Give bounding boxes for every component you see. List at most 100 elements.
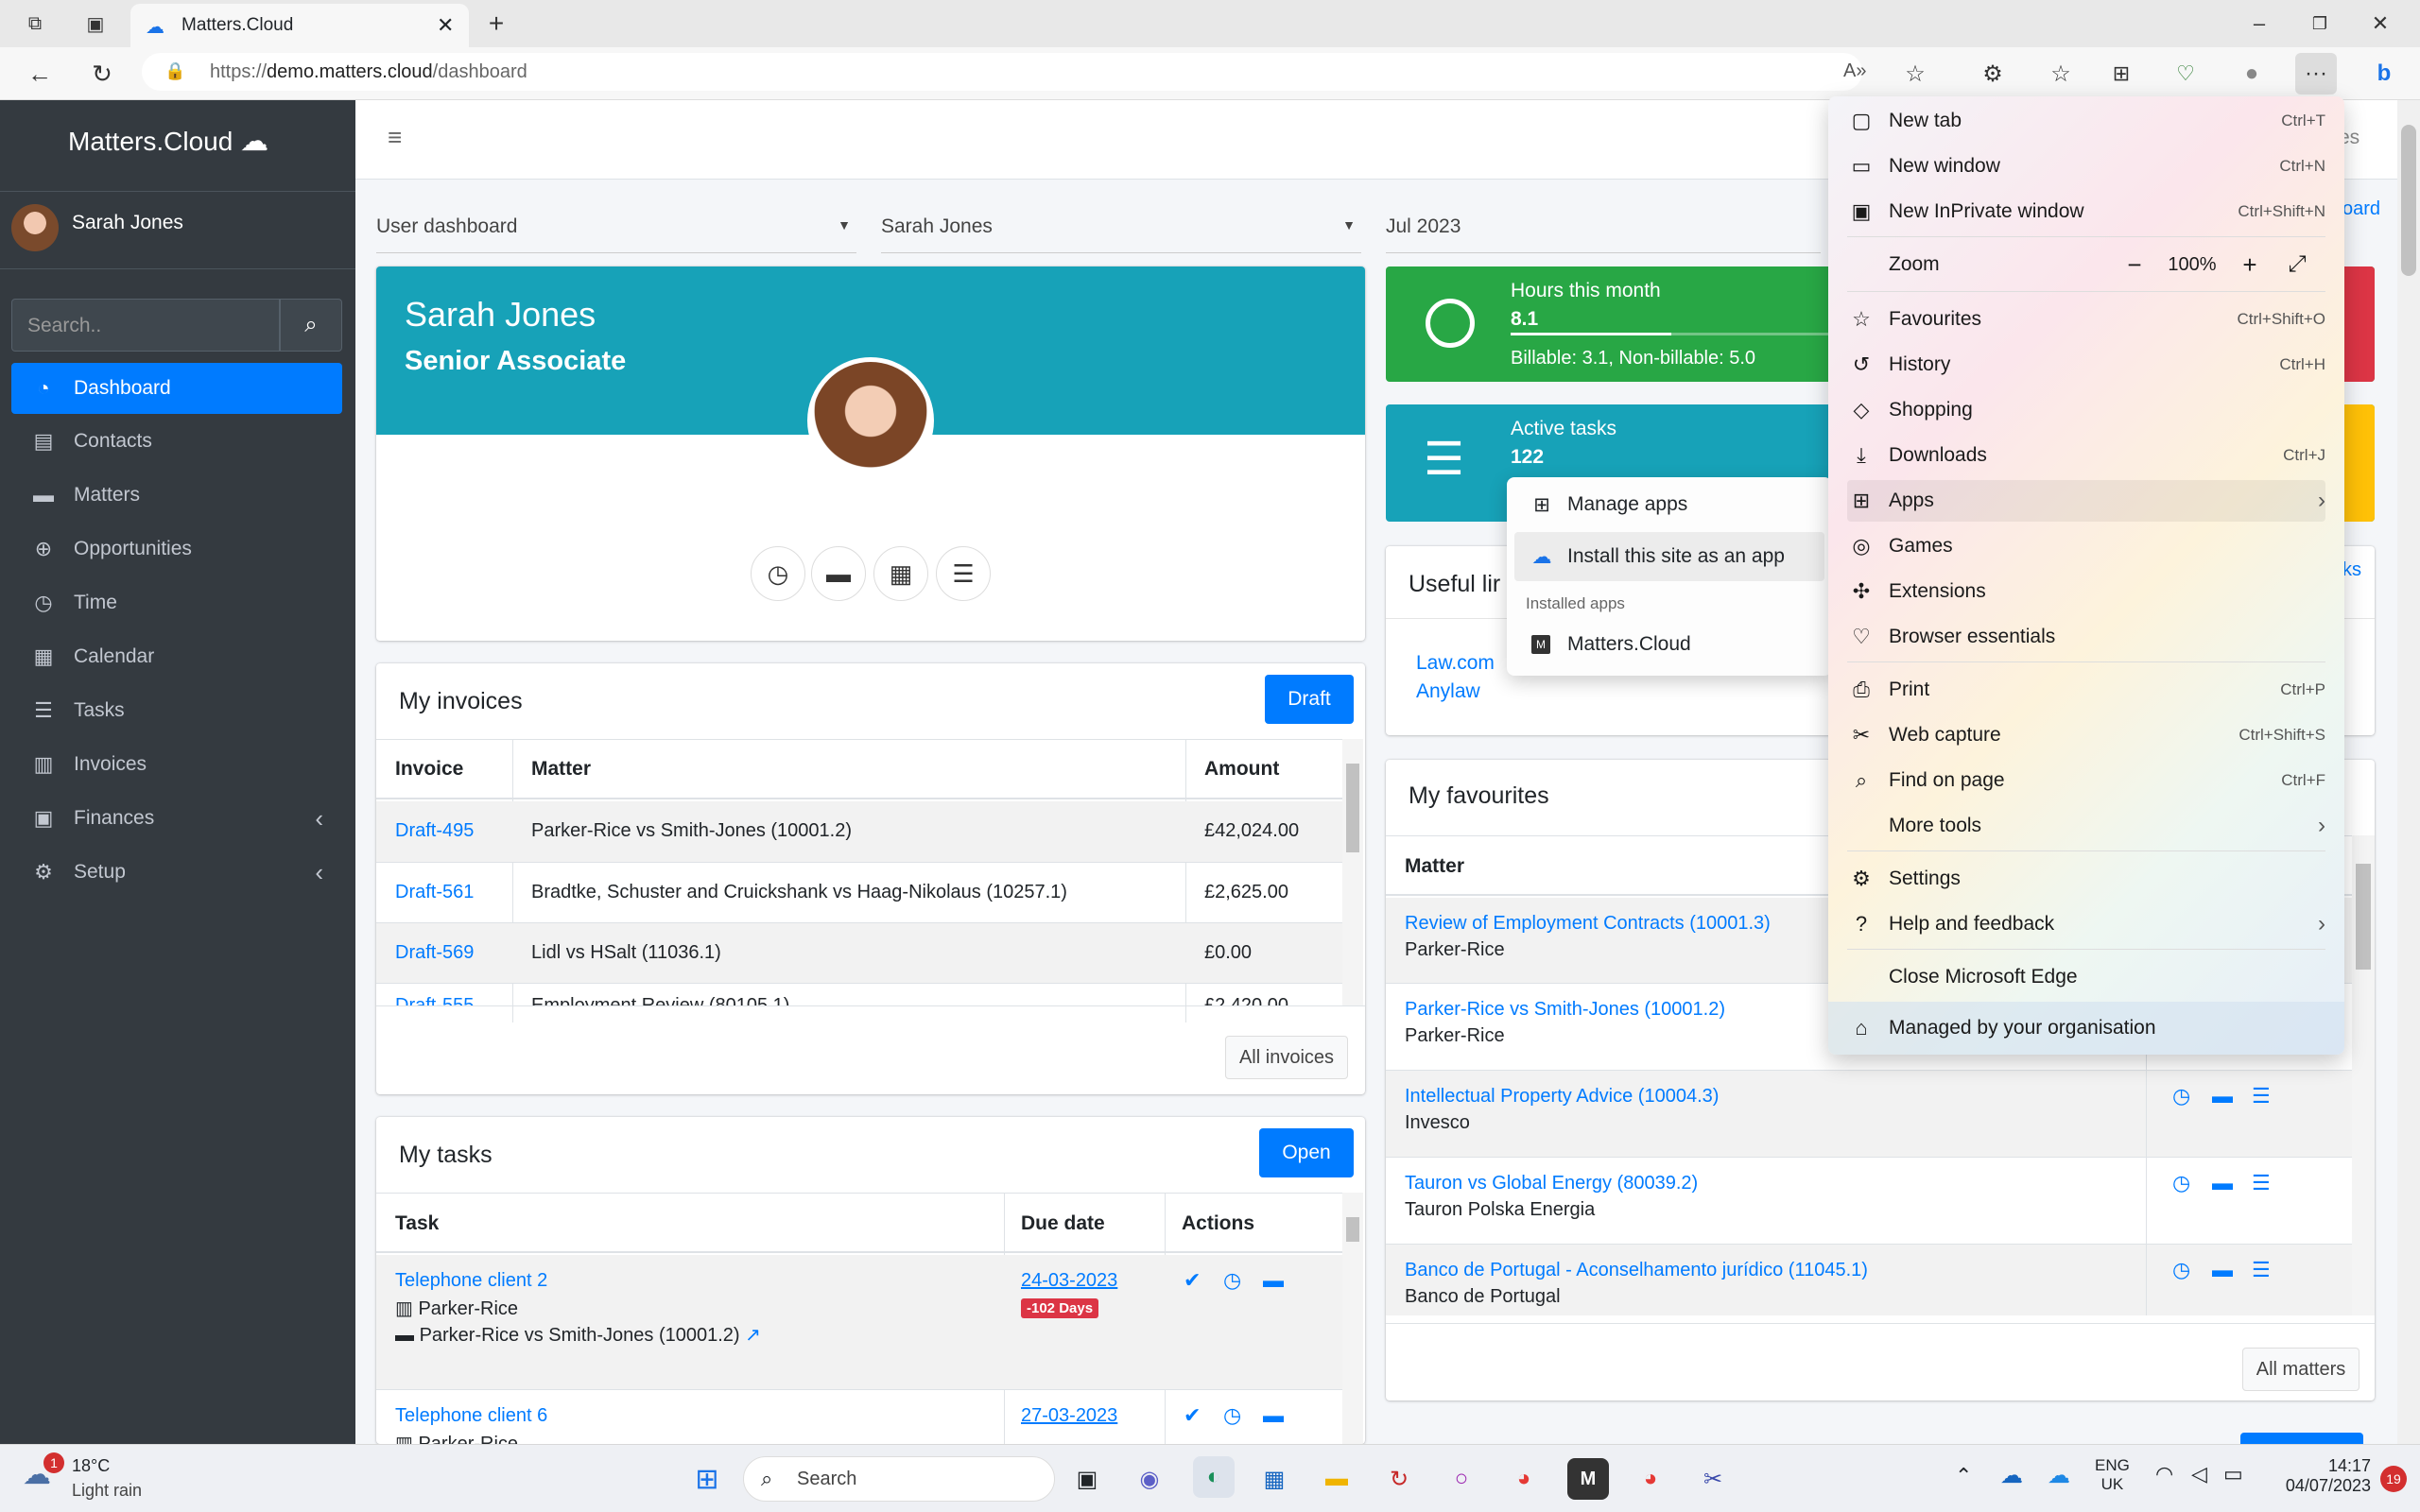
clock-icon[interactable]: ◷ [2172, 1084, 2190, 1108]
chrome-icon[interactable]: ◕ [1503, 1458, 1545, 1500]
avatar[interactable] [11, 204, 59, 251]
taskbar-search[interactable]: ⌕ Search [743, 1456, 1055, 1502]
table-row[interactable]: Draft-555 Employment Review (80105.1) £2… [376, 983, 1342, 1005]
yellow-stat-card[interactable] [2342, 404, 2375, 522]
clock-icon[interactable]: ◷ [1223, 1268, 1241, 1293]
table-row[interactable]: Telephone client 2 ▥ Parker-Rice ▬ Parke… [376, 1255, 1342, 1389]
user-select[interactable]: Sarah Jones ▼ [881, 212, 1361, 253]
dashboard-select[interactable]: User dashboard ▼ [376, 212, 856, 253]
favourite-matter-link[interactable]: Intellectual Property Advice (10004.3) [1405, 1086, 1719, 1108]
browser-tab-active[interactable]: ☁ Matters.Cloud ✕ [130, 4, 469, 47]
credit-card-icon[interactable]: ▬ [2212, 1084, 2233, 1108]
task-link[interactable]: Telephone client 2 [395, 1270, 547, 1292]
all-matters-button[interactable]: All matters [2242, 1348, 2360, 1391]
sidebar-item-opportunities[interactable]: ⊕ Opportunities [11, 524, 342, 575]
task-due-date[interactable]: 27-03-2023 [1021, 1405, 1117, 1427]
circle-app-icon[interactable]: ○ [1441, 1458, 1482, 1500]
clock-icon[interactable]: ◷ [1223, 1403, 1241, 1428]
extensions-icon[interactable]: ⚙ [1976, 57, 2010, 91]
expense-button[interactable]: ▬ [811, 546, 866, 601]
chrome-profile-icon[interactable]: ◕ [1630, 1458, 1671, 1500]
fullscreen-icon[interactable]: ⤢ [2269, 251, 2325, 278]
invoices-scrollbar[interactable] [1342, 739, 1363, 1005]
copilot-icon[interactable]: b [2363, 53, 2405, 94]
chevron-up-icon[interactable]: ⌃ [1955, 1464, 1972, 1488]
installed-app-matters-cloud[interactable]: M Matters.Cloud [1514, 621, 1824, 668]
clock-icon[interactable]: ◷ [2172, 1171, 2190, 1195]
favourite-matter-link[interactable]: Parker-Rice vs Smith-Jones (10001.2) [1405, 999, 1725, 1021]
menu-browser-essentials[interactable]: ♡ Browser essentials [1847, 616, 2325, 658]
menu-help-feedback[interactable]: ? Help and feedback › [1847, 903, 2325, 945]
credit-card-icon[interactable]: ▬ [2212, 1171, 2233, 1195]
menu-downloads[interactable]: ⤓ Downloads Ctrl+J [1847, 435, 2325, 476]
menu-print[interactable]: ⎙ Print Ctrl+P [1847, 669, 2325, 711]
zoom-out-icon[interactable]: − [2116, 250, 2153, 280]
tasks-icon[interactable]: ☰ [2252, 1084, 2271, 1108]
table-row[interactable]: Draft-561 Bradtke, Schuster and Cruicksh… [376, 862, 1342, 922]
tasks-scrollbar[interactable] [1342, 1193, 1363, 1444]
month-select[interactable]: Jul 2023 [1386, 212, 1821, 253]
menu-favourites[interactable]: ☆ Favourites Ctrl+Shift+O [1847, 299, 2325, 340]
sidebar-item-contacts[interactable]: ▤ Contacts [11, 416, 342, 467]
table-row[interactable]: Banco de Portugal - Aconselhamento juríd… [1386, 1244, 2352, 1315]
menu-new-window[interactable]: ▭ New window Ctrl+N [1847, 146, 2325, 187]
table-row[interactable]: Draft-569 Lidl vs HSalt (11036.1) £0.00 [376, 922, 1342, 983]
clock-icon[interactable]: ◷ [2172, 1258, 2190, 1282]
refresh-icon[interactable]: ↻ [85, 57, 119, 91]
red-stat-card[interactable] [2342, 266, 2375, 382]
sidebar-search-input[interactable]: Search.. [11, 299, 280, 352]
external-link-icon[interactable]: ↗ [745, 1325, 761, 1346]
link-lawcom[interactable]: Law.com [1416, 652, 1495, 675]
collections-icon[interactable]: ⊞ [2104, 57, 2138, 91]
favourite-matter-link[interactable]: Tauron vs Global Energy (80039.2) [1405, 1173, 1698, 1194]
sidebar-user-name[interactable]: Sarah Jones [72, 212, 183, 234]
browser-essentials-icon[interactable]: ♡ [2169, 57, 2203, 91]
windows-start-icon[interactable]: ⊞ [686, 1458, 728, 1500]
tasks-icon[interactable]: ☰ [2252, 1258, 2271, 1282]
menu-more-tools[interactable]: More tools › [1847, 805, 2325, 847]
dashboard-link-partial[interactable]: oard [2342, 198, 2380, 220]
new-tab-icon[interactable]: + [482, 8, 510, 40]
hamburger-menu-icon[interactable]: ≡ [388, 123, 402, 152]
invoice-link[interactable]: Draft-561 [395, 882, 474, 903]
menu-new-inprivate[interactable]: ▣ New InPrivate window Ctrl+Shift+N [1847, 191, 2325, 232]
table-row[interactable]: Draft-495 Parker-Rice vs Smith-Jones (10… [376, 801, 1342, 862]
task-view-icon[interactable]: ▣ [1066, 1458, 1108, 1500]
invoice-link[interactable]: Draft-569 [395, 942, 474, 964]
menu-apps[interactable]: ⊞ Apps › [1847, 480, 2325, 522]
read-aloud-icon[interactable]: A» [1843, 60, 1866, 82]
time-entry-button[interactable]: ◷ [751, 546, 805, 601]
store-icon[interactable]: ▦ [1253, 1458, 1295, 1500]
invoice-link[interactable]: Draft-555 [395, 995, 474, 1005]
page-scrollbar[interactable] [2397, 100, 2420, 1444]
favourites-scrollbar[interactable] [2352, 835, 2375, 1315]
menu-history[interactable]: ↺ History Ctrl+H [1847, 344, 2325, 386]
open-button[interactable]: Open [1259, 1128, 1354, 1177]
invoice-link[interactable]: Draft-495 [395, 820, 474, 842]
sidebar-item-finances[interactable]: ▣ Finances ‹ [11, 793, 342, 844]
manage-apps-item[interactable]: ⊞ Manage apps [1514, 481, 1824, 528]
sidebar-item-dashboard[interactable]: ◔ Dashboard [11, 363, 342, 414]
teams-chat-icon[interactable]: ◉ [1129, 1458, 1170, 1500]
back-icon[interactable]: ← [23, 57, 57, 91]
settings-more-icon[interactable]: ··· [2295, 53, 2337, 94]
menu-find-on-page[interactable]: ⌕ Find on page Ctrl+F [1847, 760, 2325, 801]
table-row[interactable]: Intellectual Property Advice (10004.3) I… [1386, 1070, 2352, 1157]
credit-card-icon[interactable]: ▬ [2212, 1258, 2233, 1282]
menu-web-capture[interactable]: ✂ Web capture Ctrl+Shift+S [1847, 714, 2325, 756]
sidebar-item-tasks[interactable]: ☰ Tasks [11, 685, 342, 736]
menu-new-tab[interactable]: ▢ New tab Ctrl+T [1847, 100, 2325, 142]
workspaces-icon[interactable]: ⧉ [21, 9, 49, 38]
menu-managed-by-org[interactable]: ⌂ Managed by your organisation [1847, 1007, 2325, 1049]
useful-links-partial[interactable]: ks [2342, 559, 2361, 581]
link-anylaw[interactable]: Anylaw [1416, 680, 1480, 703]
restore-icon[interactable]: ❐ [2301, 8, 2339, 40]
credit-card-icon[interactable]: ▬ [1263, 1268, 1284, 1293]
menu-extensions[interactable]: ✣ Extensions [1847, 571, 2325, 612]
sidebar-item-time[interactable]: ◷ Time [11, 577, 342, 628]
all-invoices-button[interactable]: All invoices [1225, 1036, 1348, 1079]
wifi-icon[interactable]: ◠ [2155, 1462, 2173, 1486]
tab-actions-icon[interactable]: ▣ [81, 9, 110, 38]
favourites-icon[interactable]: ☆ [2044, 57, 2078, 91]
battery-icon[interactable]: ▭ [2223, 1462, 2243, 1486]
